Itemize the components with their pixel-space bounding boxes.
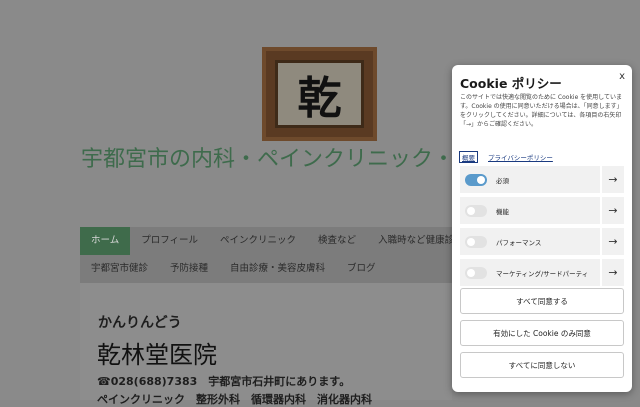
departments-line: ペインクリニック 整形外科 循環器内科 消化器内科 [97, 393, 372, 406]
cookie-description: このサイトでは快適な閲覧のために Cookie を使用しています。Cookie … [460, 94, 623, 128]
cookie-policy-panel: Cookie ポリシー x このサイトでは快適な閲覧のために Cookie を使… [452, 65, 632, 392]
logo-character: 乾 [297, 73, 342, 124]
tab-overview[interactable]: 概要 [459, 151, 478, 163]
nav-item-blog[interactable]: ブログ [336, 255, 387, 283]
clinic-name: 乾林堂医院 [97, 341, 217, 369]
toggle-necessary[interactable] [465, 173, 487, 186]
nav-item-pain-clinic[interactable]: ペインクリニック [209, 227, 307, 255]
cookie-category-functional: 機能 → [460, 197, 624, 224]
arrow-right-icon[interactable]: → [602, 259, 624, 286]
arrow-right-icon[interactable]: → [602, 166, 624, 193]
category-label: パフォーマンス [496, 238, 542, 247]
arrow-right-icon[interactable]: → [602, 197, 624, 224]
nav-item-profile[interactable]: プロフィール [130, 227, 209, 255]
cookie-category-performance: パフォーマンス → [460, 228, 624, 255]
cookie-category-list: 必須 → 機能 → パフォーマンス → マーケティング/サードパーティ → [460, 166, 624, 286]
toggle-performance[interactable] [465, 235, 487, 248]
main-nav: ホーム プロフィール ペインクリニック 検査など 入職時など健康診断 宇都宮市健… [80, 227, 464, 283]
toggle-functional[interactable] [465, 204, 487, 217]
nav-item-tests[interactable]: 検査など [307, 227, 367, 255]
privacy-policy-link[interactable]: プライバシーポリシー [488, 152, 553, 162]
nav-item-home[interactable]: ホーム [80, 227, 131, 255]
category-label: マーケティング/サードパーティ [496, 269, 589, 278]
logo-calligraphy-image: 乾 [262, 47, 377, 141]
nav-item-city-checkup[interactable]: 宇都宮市健診 [80, 255, 159, 283]
nav-item-vaccination[interactable]: 予防接種 [159, 255, 219, 283]
category-label: 機能 [496, 207, 509, 216]
main-content: かんりんどう 乾林堂医院 ☎028(688)7383 宇都宮市石井町にあります。… [80, 283, 452, 406]
site-title[interactable]: 宇都宮市の内科・ペインクリニック・整形外科 [81, 145, 461, 175]
accept-all-button[interactable]: すべて同意する [460, 288, 624, 314]
arrow-right-icon[interactable]: → [602, 228, 624, 255]
cookie-panel-title: Cookie ポリシー [460, 76, 562, 91]
cookie-category-marketing: マーケティング/サードパーティ → [460, 259, 624, 286]
cookie-category-necessary: 必須 → [460, 166, 624, 193]
accept-enabled-button[interactable]: 有効にした Cookie のみ同意 [460, 320, 624, 346]
reject-all-button[interactable]: すべてに同意しない [460, 352, 624, 378]
phone-address-line: ☎028(688)7383 宇都宮市石井町にあります。 [97, 375, 351, 388]
toggle-marketing[interactable] [465, 266, 487, 279]
nav-item-free-care[interactable]: 自由診療・美容皮膚科 [219, 255, 336, 283]
clinic-reading: かんりんどう [98, 315, 182, 331]
close-icon[interactable]: x [619, 71, 625, 82]
category-label: 必須 [496, 176, 509, 185]
